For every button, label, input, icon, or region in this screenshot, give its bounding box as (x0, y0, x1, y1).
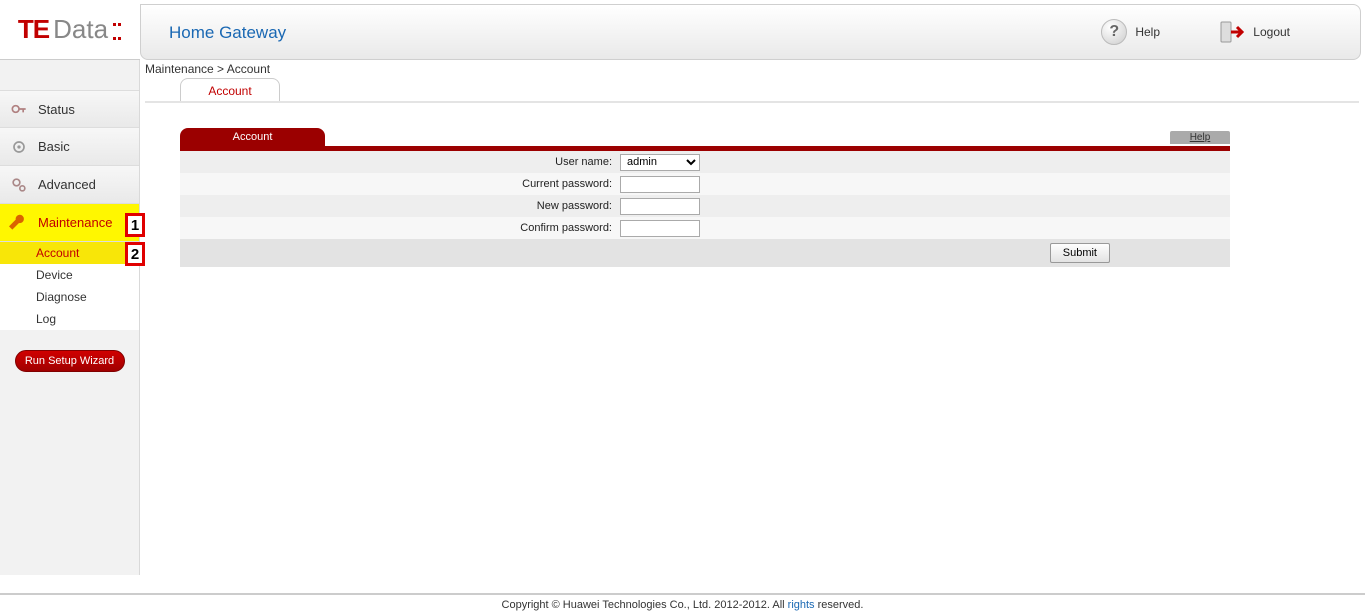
panel-title: Account (180, 128, 325, 146)
nav-label-advanced: Advanced (38, 177, 96, 192)
gears-icon (8, 174, 30, 196)
help-button[interactable]: ? Help (1101, 19, 1160, 45)
callout-2: 2 (125, 242, 145, 266)
wrench-icon (8, 212, 30, 234)
label-username: User name: (180, 156, 620, 168)
current-password-input[interactable] (620, 176, 700, 193)
header: Home Gateway ? Help Logout (140, 4, 1361, 60)
nav-item-advanced[interactable]: Advanced (0, 166, 139, 204)
panel-help-link[interactable]: Help (1170, 131, 1230, 144)
logo-te: TE (18, 14, 49, 45)
label-current-password: Current password: (180, 178, 620, 190)
page-title: Home Gateway (169, 23, 286, 43)
footer-rights-link[interactable]: rights (788, 599, 815, 611)
subnav: Account Device Diagnose Log (0, 242, 139, 330)
nav-label-basic: Basic (38, 139, 70, 154)
nav-label-status: Status (38, 102, 75, 117)
callout-1: 1 (125, 213, 145, 237)
submit-button[interactable]: Submit (1050, 243, 1110, 263)
nav-item-basic[interactable]: Basic (0, 128, 139, 166)
breadcrumb: Maintenance > Account (145, 62, 270, 76)
gear-icon (8, 136, 30, 158)
nav-item-status[interactable]: Status (0, 90, 139, 128)
new-password-input[interactable] (620, 198, 700, 215)
confirm-password-input[interactable] (620, 220, 700, 237)
tab-account[interactable]: Account (180, 78, 280, 102)
footer-text-post: reserved. (815, 599, 864, 611)
tab-underline (145, 101, 1359, 103)
help-icon: ? (1101, 19, 1127, 45)
label-confirm-password: Confirm password: (180, 222, 620, 234)
subnav-item-diagnose[interactable]: Diagnose (0, 286, 139, 308)
subnav-item-device[interactable]: Device (0, 264, 139, 286)
account-form: User name: admin Current password: New p… (180, 151, 1230, 239)
logo: TE Data (0, 0, 140, 60)
nav-item-maintenance[interactable]: Maintenance (0, 204, 139, 242)
logout-icon (1219, 19, 1245, 45)
footer-text-pre: Copyright © Huawei Technologies Co., Ltd… (502, 599, 788, 611)
run-setup-wizard-button[interactable]: Run Setup Wizard (15, 350, 125, 372)
logout-label: Logout (1253, 25, 1290, 39)
account-panel: Account Help User name: admin Current pa… (180, 128, 1230, 267)
logo-data: Data (53, 14, 108, 45)
username-select[interactable]: admin (620, 154, 700, 171)
help-label: Help (1135, 25, 1160, 39)
sidebar: TE Data Status Basic (0, 0, 140, 575)
nav: Status Basic Advanced Maintenance (0, 90, 139, 372)
label-new-password: New password: (180, 200, 620, 212)
nav-label-maintenance: Maintenance (38, 215, 112, 230)
logo-dots-icon (112, 16, 122, 44)
key-icon (8, 98, 30, 120)
footer: Copyright © Huawei Technologies Co., Ltd… (0, 593, 1365, 615)
subnav-item-log[interactable]: Log (0, 308, 139, 330)
submit-row: Submit (180, 239, 1230, 267)
subnav-item-account[interactable]: Account (0, 242, 139, 264)
logout-button[interactable]: Logout (1219, 19, 1290, 45)
